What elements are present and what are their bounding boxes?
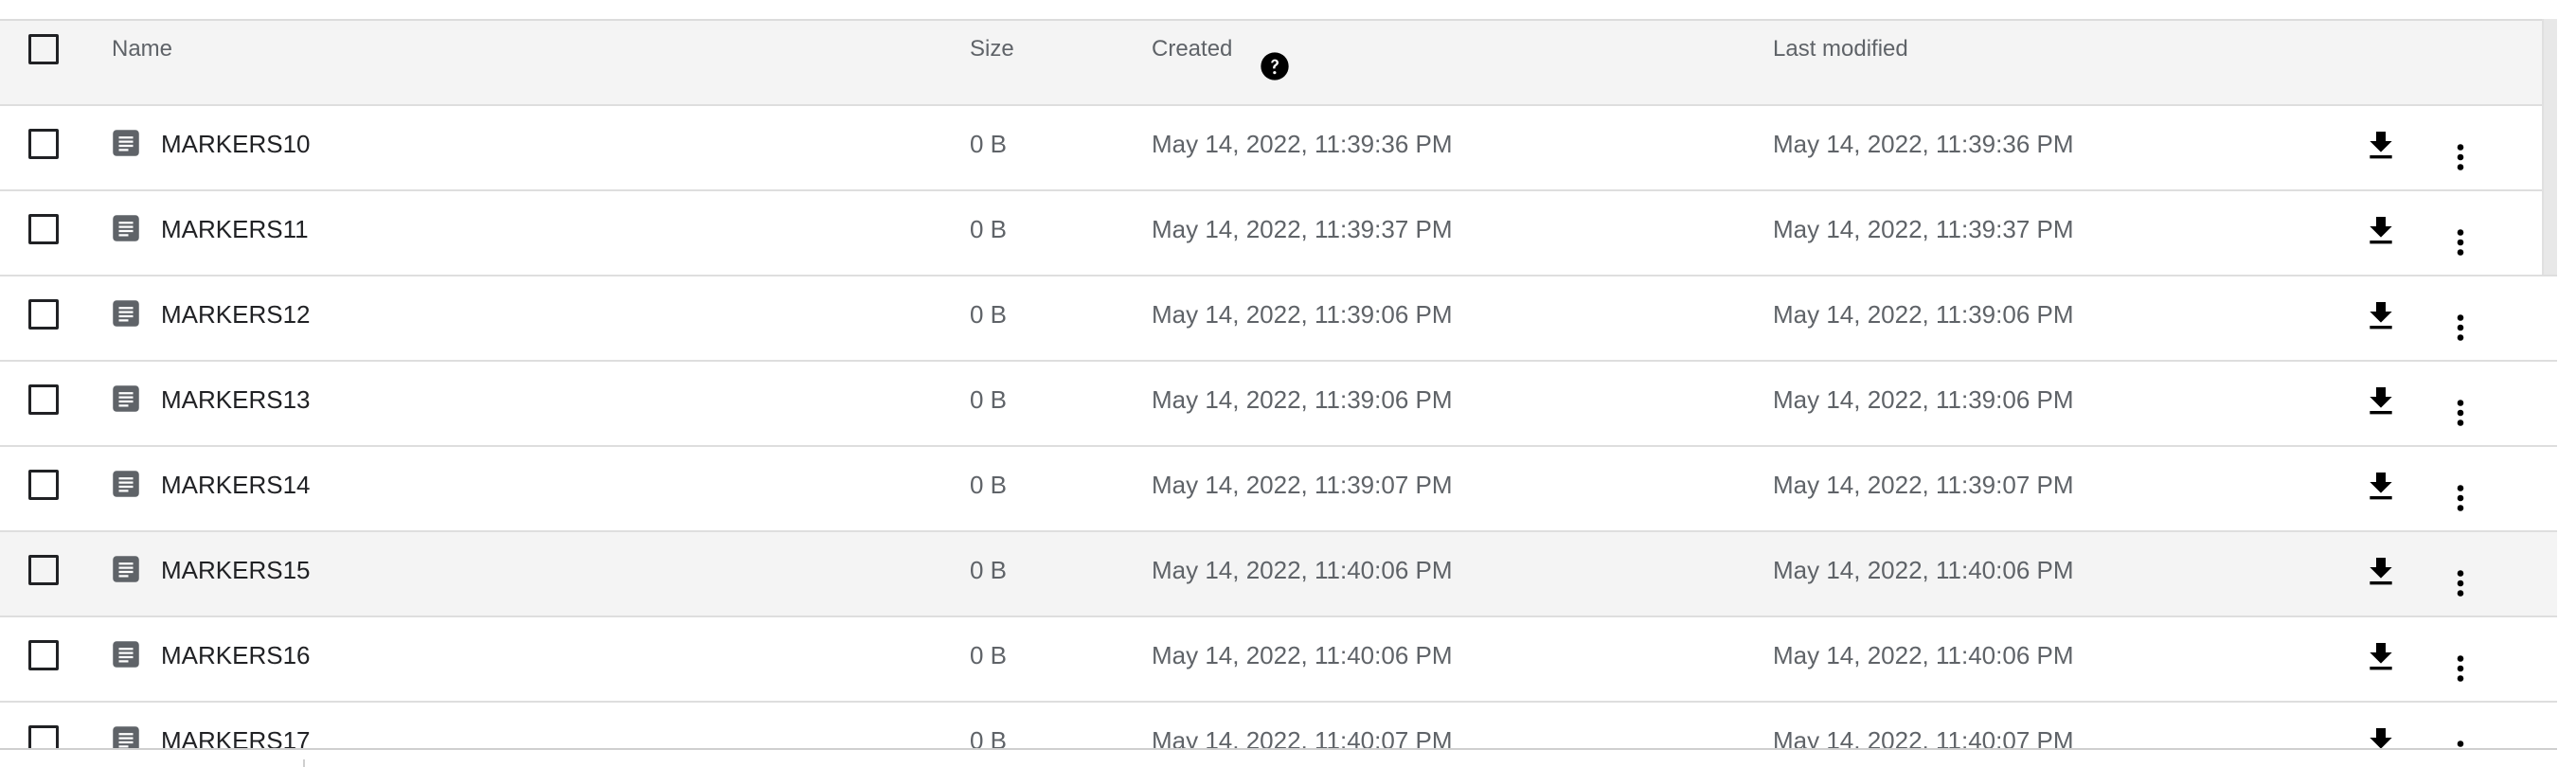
column-header-last-modified[interactable]: Last modified xyxy=(1773,34,1908,64)
row-last-modified: May 14, 2022, 11:39:36 PM xyxy=(1773,130,2074,158)
row-created: May 14, 2022, 11:39:37 PM xyxy=(1152,215,1453,243)
row-size: 0 B xyxy=(970,641,1008,669)
file-table: Name Size Created Last modified MARKERS1… xyxy=(0,19,2557,748)
row-size: 0 B xyxy=(970,300,1008,329)
row-checkbox[interactable] xyxy=(28,129,59,159)
row-name[interactable]: MARKERS12 xyxy=(161,299,311,330)
row-name[interactable]: MARKERS10 xyxy=(161,129,311,159)
more-vert-icon[interactable] xyxy=(2443,481,2478,515)
column-header-created[interactable]: Created xyxy=(1152,34,1232,64)
footer-divider xyxy=(303,759,305,767)
row-last-modified: May 14, 2022, 11:40:06 PM xyxy=(1773,641,2074,669)
more-vert-icon[interactable] xyxy=(2443,225,2478,259)
table-row[interactable]: MARKERS16 0 B May 14, 2022, 11:40:06 PM … xyxy=(0,617,2557,703)
download-icon[interactable] xyxy=(2362,468,2400,506)
download-icon[interactable] xyxy=(2362,553,2400,591)
row-checkbox[interactable] xyxy=(28,214,59,244)
row-name[interactable]: MARKERS15 xyxy=(161,555,311,585)
file-browser-page: Name Size Created Last modified MARKERS1… xyxy=(0,0,2576,767)
row-name[interactable]: MARKERS13 xyxy=(161,384,311,415)
row-created: May 14, 2022, 11:39:06 PM xyxy=(1152,385,1453,414)
column-header-name[interactable]: Name xyxy=(112,34,172,64)
row-last-modified: May 14, 2022, 11:39:07 PM xyxy=(1773,471,2074,499)
table-header-row: Name Size Created Last modified xyxy=(0,21,2557,106)
row-checkbox[interactable] xyxy=(28,384,59,415)
table-row[interactable]: MARKERS11 0 B May 14, 2022, 11:39:37 PM … xyxy=(0,191,2557,276)
row-created: May 14, 2022, 11:40:07 PM xyxy=(1152,726,1453,748)
row-last-modified: May 14, 2022, 11:39:06 PM xyxy=(1773,300,2074,329)
vertical-scrollbar[interactable] xyxy=(2542,19,2557,275)
row-size: 0 B xyxy=(970,556,1008,584)
download-icon[interactable] xyxy=(2362,127,2400,165)
description-icon xyxy=(113,130,139,156)
row-name[interactable]: MARKERS16 xyxy=(161,640,311,670)
more-vert-icon[interactable] xyxy=(2443,566,2478,600)
row-checkbox[interactable] xyxy=(28,470,59,500)
row-size: 0 B xyxy=(970,471,1008,499)
description-icon xyxy=(113,471,139,497)
row-created: May 14, 2022, 11:39:36 PM xyxy=(1152,130,1453,158)
description-icon xyxy=(113,300,139,327)
download-icon[interactable] xyxy=(2362,297,2400,335)
row-name[interactable]: MARKERS17 xyxy=(161,725,311,748)
row-checkbox[interactable] xyxy=(28,725,59,748)
row-created: May 14, 2022, 11:39:06 PM xyxy=(1152,300,1453,329)
row-checkbox[interactable] xyxy=(28,555,59,585)
download-icon[interactable] xyxy=(2362,383,2400,420)
row-checkbox[interactable] xyxy=(28,299,59,330)
row-checkbox[interactable] xyxy=(28,640,59,670)
table-row[interactable]: MARKERS15 0 B May 14, 2022, 11:40:06 PM … xyxy=(0,532,2557,617)
description-icon xyxy=(113,556,139,582)
more-vert-icon[interactable] xyxy=(2443,140,2478,174)
description-icon xyxy=(113,641,139,668)
table-row[interactable]: MARKERS10 0 B May 14, 2022, 11:39:36 PM … xyxy=(0,106,2557,191)
row-last-modified: May 14, 2022, 11:40:06 PM xyxy=(1773,556,2074,584)
table-row[interactable]: MARKERS14 0 B May 14, 2022, 11:39:07 PM … xyxy=(0,447,2557,532)
table-footer xyxy=(0,748,2557,767)
download-icon[interactable] xyxy=(2362,638,2400,676)
row-last-modified: May 14, 2022, 11:39:06 PM xyxy=(1773,385,2074,414)
table-row[interactable]: MARKERS17 0 B May 14, 2022, 11:40:07 PM … xyxy=(0,703,2557,748)
table-row[interactable]: MARKERS12 0 B May 14, 2022, 11:39:06 PM … xyxy=(0,276,2557,362)
more-vert-icon[interactable] xyxy=(2443,737,2478,748)
select-all-checkbox[interactable] xyxy=(28,34,59,64)
more-vert-icon[interactable] xyxy=(2443,396,2478,430)
row-created: May 14, 2022, 11:40:06 PM xyxy=(1152,641,1453,669)
row-size: 0 B xyxy=(970,215,1008,243)
row-size: 0 B xyxy=(970,385,1008,414)
description-icon xyxy=(113,385,139,412)
row-created: May 14, 2022, 11:39:07 PM xyxy=(1152,471,1453,499)
row-size: 0 B xyxy=(970,130,1008,158)
description-icon xyxy=(113,726,139,748)
row-size: 0 B xyxy=(970,726,1008,748)
row-last-modified: May 14, 2022, 11:39:37 PM xyxy=(1773,215,2074,243)
row-last-modified: May 14, 2022, 11:40:07 PM xyxy=(1773,726,2074,748)
row-name[interactable]: MARKERS11 xyxy=(161,214,309,244)
help-icon[interactable] xyxy=(1260,51,1290,81)
download-icon[interactable] xyxy=(2362,212,2400,250)
description-icon xyxy=(113,215,139,241)
row-name[interactable]: MARKERS14 xyxy=(161,470,311,500)
column-header-size[interactable]: Size xyxy=(970,34,1014,64)
row-created: May 14, 2022, 11:40:06 PM xyxy=(1152,556,1453,584)
more-vert-icon[interactable] xyxy=(2443,651,2478,686)
more-vert-icon[interactable] xyxy=(2443,311,2478,345)
table-row[interactable]: MARKERS13 0 B May 14, 2022, 11:39:06 PM … xyxy=(0,362,2557,447)
download-icon[interactable] xyxy=(2362,723,2400,748)
